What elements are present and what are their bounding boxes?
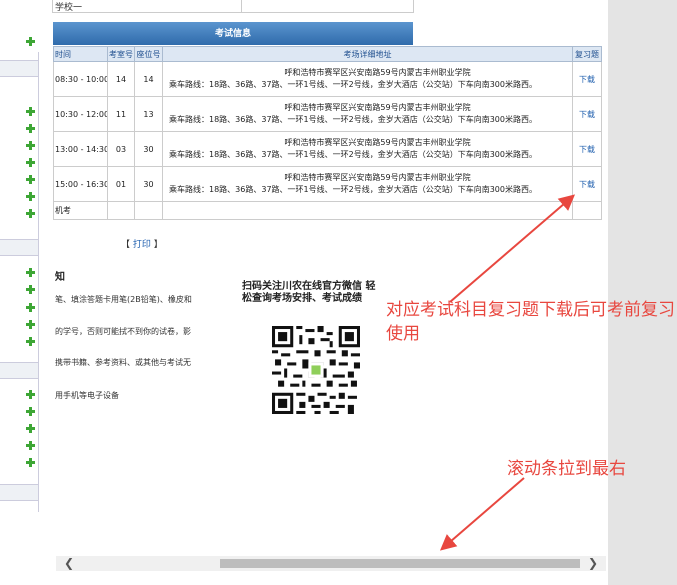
table-row: 10:30 - 12:00 11 13 呼和浩特市赛罕区兴安南路59号内蒙古丰州… bbox=[53, 96, 602, 132]
cell-time: 机考 bbox=[53, 201, 108, 220]
plus-icon[interactable] bbox=[26, 424, 35, 433]
col-header-room: 考室号 bbox=[107, 46, 135, 62]
cell-divider bbox=[241, 0, 242, 12]
sidebar-section-bar[interactable] bbox=[0, 239, 38, 256]
cell-review: 下载 bbox=[572, 166, 602, 202]
table-header-row: 时间 考室号 座位号 考场详细地址 复习题 bbox=[53, 46, 602, 62]
cell-review: 下载 bbox=[572, 61, 602, 97]
notice-line: 携带书籍、参考资料、或其他与考试无 bbox=[55, 358, 191, 367]
sidebar-section-bar[interactable] bbox=[0, 362, 38, 379]
table-row: 13:00 - 14:30 03 30 呼和浩特市赛罕区兴安南路59号内蒙古丰州… bbox=[53, 131, 602, 167]
sidebar-section-bar[interactable] bbox=[0, 60, 38, 77]
plus-icon[interactable] bbox=[26, 320, 35, 329]
route-line: 乘车路线：18路、36路、37路、一环1号线、一环2号线，金岁大酒店（公交站）下… bbox=[169, 185, 537, 194]
plus-icon[interactable] bbox=[26, 175, 35, 184]
cell-room: 03 bbox=[107, 131, 135, 167]
sidebar-border bbox=[38, 52, 39, 512]
cell-room: 11 bbox=[107, 96, 135, 132]
col-header-address: 考场详细地址 bbox=[162, 46, 573, 62]
plus-icon[interactable] bbox=[26, 407, 35, 416]
exam-table: 时间 考室号 座位号 考场详细地址 复习题 08:30 - 10:00 14 1… bbox=[53, 46, 602, 220]
plus-icon[interactable] bbox=[26, 390, 35, 399]
cell-review: 下载 bbox=[572, 96, 602, 132]
plus-icon[interactable] bbox=[26, 192, 35, 201]
notice-title: 知 bbox=[55, 272, 65, 283]
cell-room: 14 bbox=[107, 61, 135, 97]
col-header-time: 时间 bbox=[53, 46, 108, 62]
download-link[interactable]: 下载 bbox=[579, 75, 595, 84]
print-link-text[interactable]: 打印 bbox=[133, 240, 151, 250]
table-row: 15:00 - 16:30 01 30 呼和浩特市赛罕区兴安南路59号内蒙古丰州… bbox=[53, 166, 602, 202]
cell-seat: 13 bbox=[134, 96, 163, 132]
cell-address: 呼和浩特市赛罕区兴安南路59号内蒙古丰州职业学院 乘车路线：18路、36路、37… bbox=[162, 131, 573, 167]
cell-seat: 30 bbox=[134, 131, 163, 167]
plus-icon[interactable] bbox=[26, 124, 35, 133]
cell-time: 10:30 - 12:00 bbox=[53, 96, 108, 132]
cell-address bbox=[162, 201, 573, 220]
address-line: 呼和浩特市赛罕区兴安南路59号内蒙古丰州职业学院 bbox=[284, 138, 471, 147]
address-line: 呼和浩特市赛罕区兴安南路59号内蒙古丰州职业学院 bbox=[284, 68, 471, 77]
scrollbar-thumb[interactable] bbox=[220, 559, 580, 568]
cell-room: 01 bbox=[107, 166, 135, 202]
plus-icon[interactable] bbox=[26, 209, 35, 218]
route-line: 乘车路线：18路、36路、37路、一环1号线、一环2号线，金岁大酒店（公交站）下… bbox=[169, 115, 537, 124]
plus-icon[interactable] bbox=[26, 337, 35, 346]
plus-icon[interactable] bbox=[26, 458, 35, 467]
top-row-label: 学校一 bbox=[55, 3, 83, 13]
exam-info-title: 考试信息 bbox=[53, 22, 413, 45]
top-info-row: 学校一 bbox=[52, 0, 414, 13]
cell-address: 呼和浩特市赛罕区兴安南路59号内蒙古丰州职业学院 乘车路线：18路、36路、37… bbox=[162, 96, 573, 132]
cell-time: 08:30 - 10:00 bbox=[53, 61, 108, 97]
table-row: 08:30 - 10:00 14 14 呼和浩特市赛罕区兴安南路59号内蒙古丰州… bbox=[53, 61, 602, 97]
annotation-review-download: 对应考试科目复习题下载后可考前复习使用 bbox=[386, 300, 675, 344]
chevron-left-icon[interactable]: ❮ bbox=[56, 556, 82, 571]
plus-icon[interactable] bbox=[26, 268, 35, 277]
cell-seat: 14 bbox=[134, 61, 163, 97]
print-label: 【 打印 】 bbox=[121, 240, 163, 250]
print-button[interactable]: 【 打印 】 bbox=[121, 237, 163, 250]
col-header-review: 复习题 bbox=[572, 46, 602, 62]
plus-icon[interactable] bbox=[26, 158, 35, 167]
cell-seat bbox=[134, 201, 163, 220]
plus-icon[interactable] bbox=[26, 303, 35, 312]
address-line: 呼和浩特市赛罕区兴安南路59号内蒙古丰州职业学院 bbox=[284, 173, 471, 182]
plus-icon[interactable] bbox=[26, 37, 35, 46]
annotation-scroll-right: 滚动条拉到最右 bbox=[507, 459, 626, 479]
address-line: 呼和浩特市赛罕区兴安南路59号内蒙古丰州职业学院 bbox=[284, 103, 471, 112]
plus-icon[interactable] bbox=[26, 441, 35, 450]
cell-time: 13:00 - 14:30 bbox=[53, 131, 108, 167]
cell-review: 下载 bbox=[572, 131, 602, 167]
notice-line: 的学号，否则可能拭不到你的试卷，影 bbox=[55, 327, 191, 336]
plus-icon[interactable] bbox=[26, 285, 35, 294]
qr-code-icon bbox=[272, 326, 360, 414]
notice-line: 用手机等电子设备 bbox=[55, 391, 119, 400]
download-link[interactable]: 下载 bbox=[579, 145, 595, 154]
chevron-right-icon[interactable]: ❯ bbox=[580, 556, 606, 571]
arrow-to-scrollbar-icon bbox=[439, 477, 525, 551]
plus-icon[interactable] bbox=[26, 107, 35, 116]
notice-line: 笔、填涂答题卡用笔(2B铅笔)、橡皮和 bbox=[55, 295, 192, 304]
cell-address: 呼和浩特市赛罕区兴安南路59号内蒙古丰州职业学院 乘车路线：18路、36路、37… bbox=[162, 166, 573, 202]
download-link[interactable]: 下载 bbox=[579, 110, 595, 119]
sidebar-section-bar[interactable] bbox=[0, 484, 38, 501]
download-link[interactable]: 下载 bbox=[579, 180, 595, 189]
table-row: 机考 bbox=[53, 201, 602, 220]
cell-room bbox=[107, 201, 135, 220]
right-panel bbox=[608, 0, 677, 585]
qr-title: 扫码关注川农在线官方微信 轻松查询考场安排、考试成绩 bbox=[242, 281, 376, 304]
route-line: 乘车路线：18路、36路、37路、一环1号线、一环2号线，金岁大酒店（公交站）下… bbox=[169, 150, 537, 159]
cell-time: 15:00 - 16:30 bbox=[53, 166, 108, 202]
horizontal-scrollbar[interactable]: ❮ ❯ bbox=[56, 556, 606, 571]
route-line: 乘车路线：18路、36路、37路、一环1号线、一环2号线，金岁大酒店（公交站）下… bbox=[169, 80, 537, 89]
cell-review bbox=[572, 201, 602, 220]
cell-seat: 30 bbox=[134, 166, 163, 202]
left-sidebar bbox=[0, 0, 40, 512]
plus-icon[interactable] bbox=[26, 141, 35, 150]
col-header-seat: 座位号 bbox=[134, 46, 163, 62]
cell-address: 呼和浩特市赛罕区兴安南路59号内蒙古丰州职业学院 乘车路线：18路、36路、37… bbox=[162, 61, 573, 97]
